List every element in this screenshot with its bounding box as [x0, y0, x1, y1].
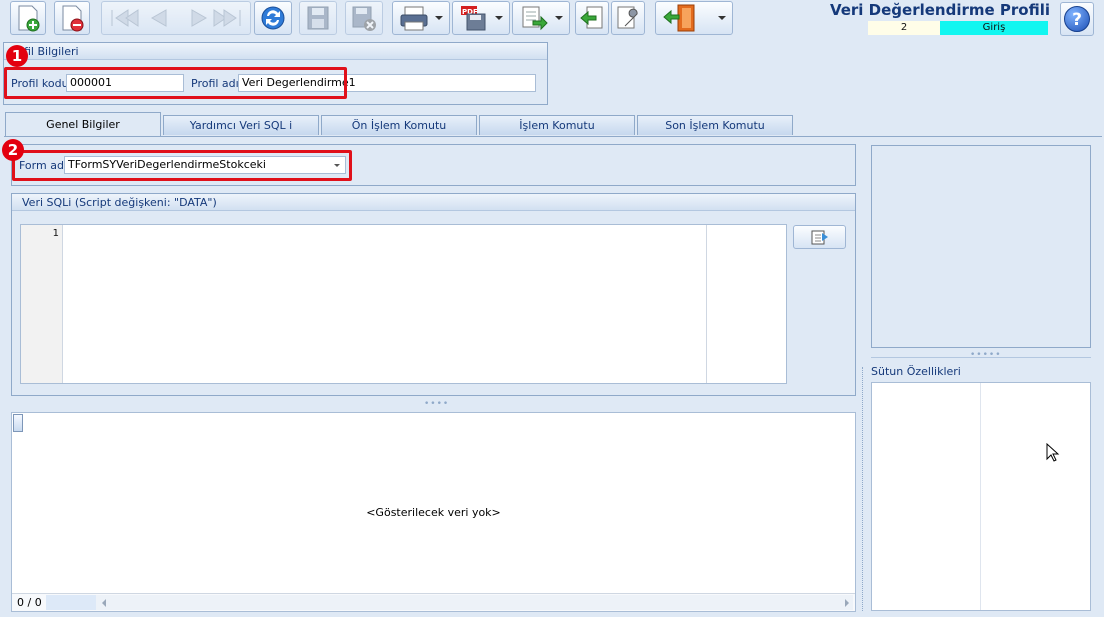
help-icon: ?: [1064, 6, 1090, 32]
cancel-button[interactable]: [345, 1, 383, 35]
callout-badge-1: 1: [6, 45, 28, 67]
wrench-icon: [617, 6, 638, 29]
line-number-gutter: 1: [21, 225, 63, 383]
grid-footer: 0 / 0: [12, 593, 855, 611]
column-properties-grid[interactable]: [871, 382, 1091, 611]
pdf-icon: PDF: [461, 6, 486, 31]
scroll-left-icon[interactable]: [102, 599, 106, 607]
help-button[interactable]: ?: [1060, 2, 1094, 36]
preview-panel: [871, 145, 1091, 348]
record-navigation: 0 / 0: [17, 596, 42, 609]
export-icon: [522, 6, 548, 31]
refresh-icon: [261, 6, 285, 30]
column-properties-title: Sütun Özellikleri: [871, 365, 961, 378]
column-divider: [980, 383, 981, 610]
tab-son-islem-komutu[interactable]: Son İşlem Komutu: [637, 115, 793, 135]
new-document-icon: [18, 5, 40, 32]
editor-side-area: [706, 225, 786, 383]
export-button[interactable]: [512, 1, 570, 35]
record-navigator: [101, 1, 251, 35]
callout-badge-2: 2: [2, 139, 24, 161]
tab-islem-komutu[interactable]: İşlem Komutu: [479, 115, 635, 135]
callout-box-1: [4, 67, 347, 99]
save-icon: [307, 6, 329, 30]
script-run-icon: [811, 230, 828, 245]
scroll-right-icon[interactable]: [845, 599, 849, 607]
sql-group-title: Veri SQLi (Script değişkeni: "DATA"): [12, 194, 855, 211]
previous-icon: [150, 9, 167, 27]
exit-door-icon: [663, 4, 695, 32]
run-script-button[interactable]: [793, 225, 846, 249]
mouse-cursor-icon: [1046, 443, 1060, 462]
horizontal-scrollbar[interactable]: [46, 595, 853, 610]
callout-box-2: [12, 150, 352, 181]
print-button[interactable]: [392, 1, 450, 35]
refresh-button[interactable]: [254, 1, 292, 35]
chevron-down-icon: [718, 16, 726, 20]
mode-badge: Giriş: [940, 21, 1048, 35]
last-icon: [213, 9, 241, 27]
first-icon: [111, 9, 139, 27]
sql-editor[interactable]: 1: [20, 224, 787, 384]
line-number: 1: [52, 228, 59, 239]
profile-group-title: fil Bilgileri: [4, 43, 547, 60]
export-pdf-button[interactable]: PDF: [452, 1, 510, 35]
tab-genel-bilgiler[interactable]: Genel Bilgiler: [5, 112, 161, 137]
delete-record-button[interactable]: [54, 1, 90, 35]
next-icon: [191, 9, 208, 27]
divider: [871, 357, 1091, 358]
new-record-button[interactable]: [10, 1, 46, 35]
import-icon: [580, 6, 603, 29]
chevron-down-icon: [495, 16, 503, 20]
tab-yardimci-veri-sql[interactable]: Yardımcı Veri SQL i: [163, 115, 319, 135]
delete-document-icon: [62, 5, 84, 32]
horizontal-splitter[interactable]: ••••: [424, 400, 449, 409]
cancel-save-icon: [352, 6, 376, 31]
grid-indicator-cell[interactable]: [13, 414, 23, 432]
import-button[interactable]: [575, 1, 609, 35]
settings-button[interactable]: [611, 1, 645, 35]
record-count: 2: [868, 21, 940, 35]
vertical-splitter[interactable]: [862, 367, 865, 611]
tab-on-islem-komutu[interactable]: Ön İşlem Komutu: [321, 115, 477, 135]
chevron-down-icon: [555, 16, 563, 20]
navigator-icons: [111, 9, 241, 27]
printer-icon: [400, 6, 428, 31]
page-title: Veri Değerlendirme Profili: [829, 1, 1050, 19]
save-button[interactable]: [299, 1, 337, 35]
grid-empty-message: <Gösterilecek veri yok>: [366, 506, 501, 519]
scrollbar-thumb[interactable]: [46, 595, 96, 610]
exit-button[interactable]: [655, 1, 733, 35]
data-grid[interactable]: <Gösterilecek veri yok> 0 / 0: [11, 412, 856, 612]
chevron-down-icon: [435, 16, 443, 20]
